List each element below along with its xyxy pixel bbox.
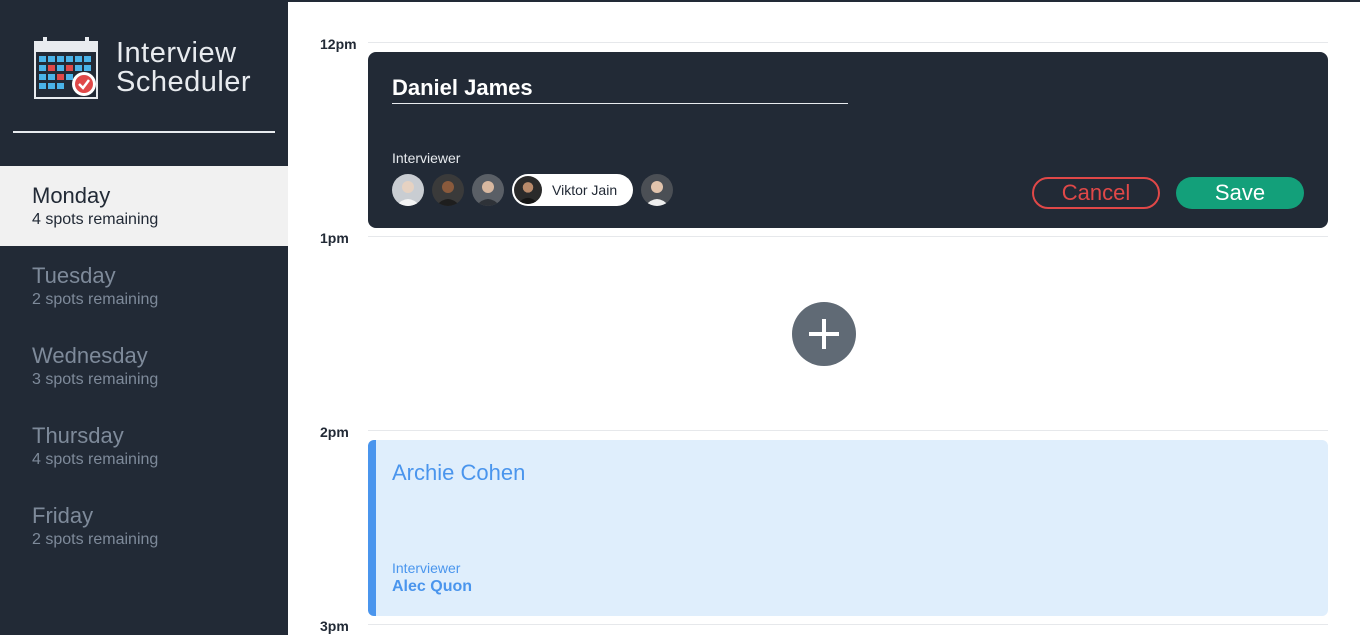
person-avatar-icon [472,174,504,206]
day-item-thursday[interactable]: Thursday 4 spots remaining [0,406,288,486]
interviewer-list: Viktor Jain [392,174,681,206]
add-appointment-button[interactable] [792,302,856,366]
day-list: Monday 4 spots remaining Tuesday 2 spots… [0,166,288,566]
interviewer-avatar[interactable] [641,174,674,206]
interviewer-avatar[interactable] [392,174,424,206]
brand: Interview Scheduler [33,36,251,100]
time-label-3pm: 3pm [320,618,349,634]
day-spots: 2 spots remaining [32,291,159,308]
day-spots: 2 spots remaining [32,531,159,548]
selected-interviewer-name: Viktor Jain [552,182,618,198]
app-title-line1: Interview [116,37,237,69]
appointment-card[interactable]: Archie Cohen Interviewer Alec Quon [368,440,1328,616]
day-name: Wednesday [32,343,148,368]
appointment-form: Interviewer [368,52,1328,228]
person-avatar-icon [514,176,542,204]
person-avatar-icon [641,174,674,206]
day-spots: 4 spots remaining [32,211,159,228]
day-item-monday[interactable]: Monday 4 spots remaining [0,166,288,246]
day-item-wednesday[interactable]: Wednesday 3 spots remaining [0,326,288,406]
interviewer-avatar[interactable] [432,174,464,206]
person-avatar-icon [432,174,464,206]
hour-divider [368,624,1328,625]
app-title: Interview Scheduler [116,39,251,97]
sidebar-divider [13,131,275,133]
day-item-tuesday[interactable]: Tuesday 2 spots remaining [0,246,288,326]
sidebar: Interview Scheduler Monday 4 spots remai… [0,0,288,635]
day-spots: 4 spots remaining [32,451,159,468]
plus-icon [809,319,839,349]
cancel-button[interactable]: Cancel [1032,177,1160,209]
appointment-interviewer-label: Interviewer [392,560,461,576]
appointment-student-name: Archie Cohen [392,460,526,485]
person-avatar-icon [392,174,424,206]
calendar-check-icon [34,37,98,99]
save-button[interactable]: Save [1176,177,1304,209]
time-label-1pm: 1pm [320,230,349,246]
schedule: 12pm 1pm 2pm 3pm Interviewer [288,0,1360,635]
hour-divider [368,236,1328,237]
time-label-2pm: 2pm [320,424,349,440]
day-name: Thursday [32,423,124,448]
student-name-input[interactable] [392,72,848,104]
day-spots: 3 spots remaining [32,371,159,388]
day-name: Friday [32,503,94,528]
appointment-interviewer-name: Alec Quon [392,578,473,595]
interviewer-label: Interviewer [392,150,461,166]
selected-interviewer[interactable]: Viktor Jain [512,174,634,206]
app-title-line2: Scheduler [116,66,252,98]
interviewer-avatar [514,176,542,204]
day-name: Tuesday [32,263,116,288]
hour-divider [368,430,1328,431]
hour-divider [368,42,1328,43]
interviewer-avatar[interactable] [472,174,504,206]
time-label-12pm: 12pm [320,36,357,52]
day-name: Monday [32,183,111,208]
day-item-friday[interactable]: Friday 2 spots remaining [0,486,288,566]
